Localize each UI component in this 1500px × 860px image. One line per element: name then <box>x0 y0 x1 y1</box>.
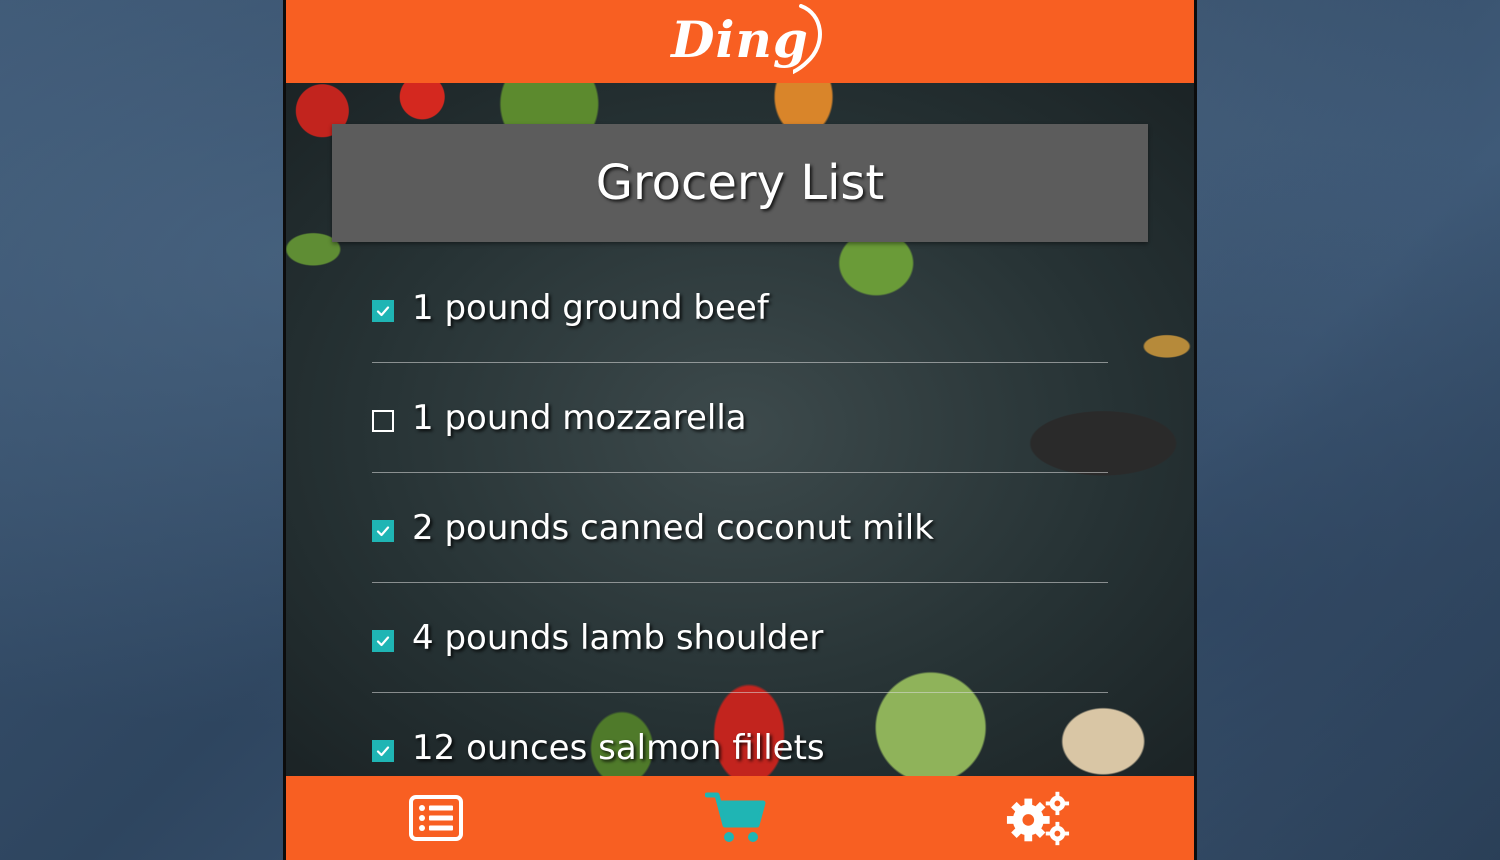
list-item[interactable]: 1 pound ground beef <box>372 253 1108 363</box>
item-label: 1 pound mozzarella <box>412 397 747 438</box>
cart-icon <box>705 792 766 842</box>
grocery-content: Grocery List 1 pound ground beef 1 pound… <box>286 83 1194 776</box>
app-logo[interactable]: Ding <box>671 4 822 74</box>
title-box: Grocery List <box>332 124 1148 242</box>
gears-icon <box>1006 791 1070 846</box>
checkbox-checked[interactable] <box>372 299 394 322</box>
nav-cart-button[interactable] <box>703 788 769 848</box>
app-header: Ding <box>286 0 1194 83</box>
nav-list-button[interactable] <box>403 788 469 848</box>
bottom-nav <box>286 776 1194 860</box>
item-label: 2 pounds canned coconut milk <box>412 507 934 548</box>
app-frame: Ding Grocery List 1 pound ground beef 1 … <box>283 0 1197 860</box>
check-icon <box>376 305 390 316</box>
list-icon <box>409 795 463 841</box>
check-icon <box>376 635 390 646</box>
item-label: 4 pounds lamb shoulder <box>412 617 824 658</box>
list-item[interactable]: 2 pounds canned coconut milk <box>372 473 1108 583</box>
checkbox-checked[interactable] <box>372 629 394 652</box>
list-item[interactable]: 4 pounds lamb shoulder <box>372 583 1108 693</box>
nav-settings-button[interactable] <box>1005 788 1071 848</box>
logo-text: Ding <box>671 10 809 69</box>
item-label: 1 pound ground beef <box>412 287 769 328</box>
grocery-list: 1 pound ground beef 1 pound mozzarella 2… <box>372 253 1108 803</box>
check-icon <box>376 746 390 757</box>
page-title: Grocery List <box>595 155 885 211</box>
checkbox-unchecked[interactable] <box>372 409 394 432</box>
checkbox-checked[interactable] <box>372 740 394 762</box>
item-label: 12 ounces salmon fillets <box>412 728 825 768</box>
logo-swoosh-icon <box>792 4 822 74</box>
check-icon <box>376 525 390 536</box>
checkbox-checked[interactable] <box>372 519 394 542</box>
list-item[interactable]: 1 pound mozzarella <box>372 363 1108 473</box>
